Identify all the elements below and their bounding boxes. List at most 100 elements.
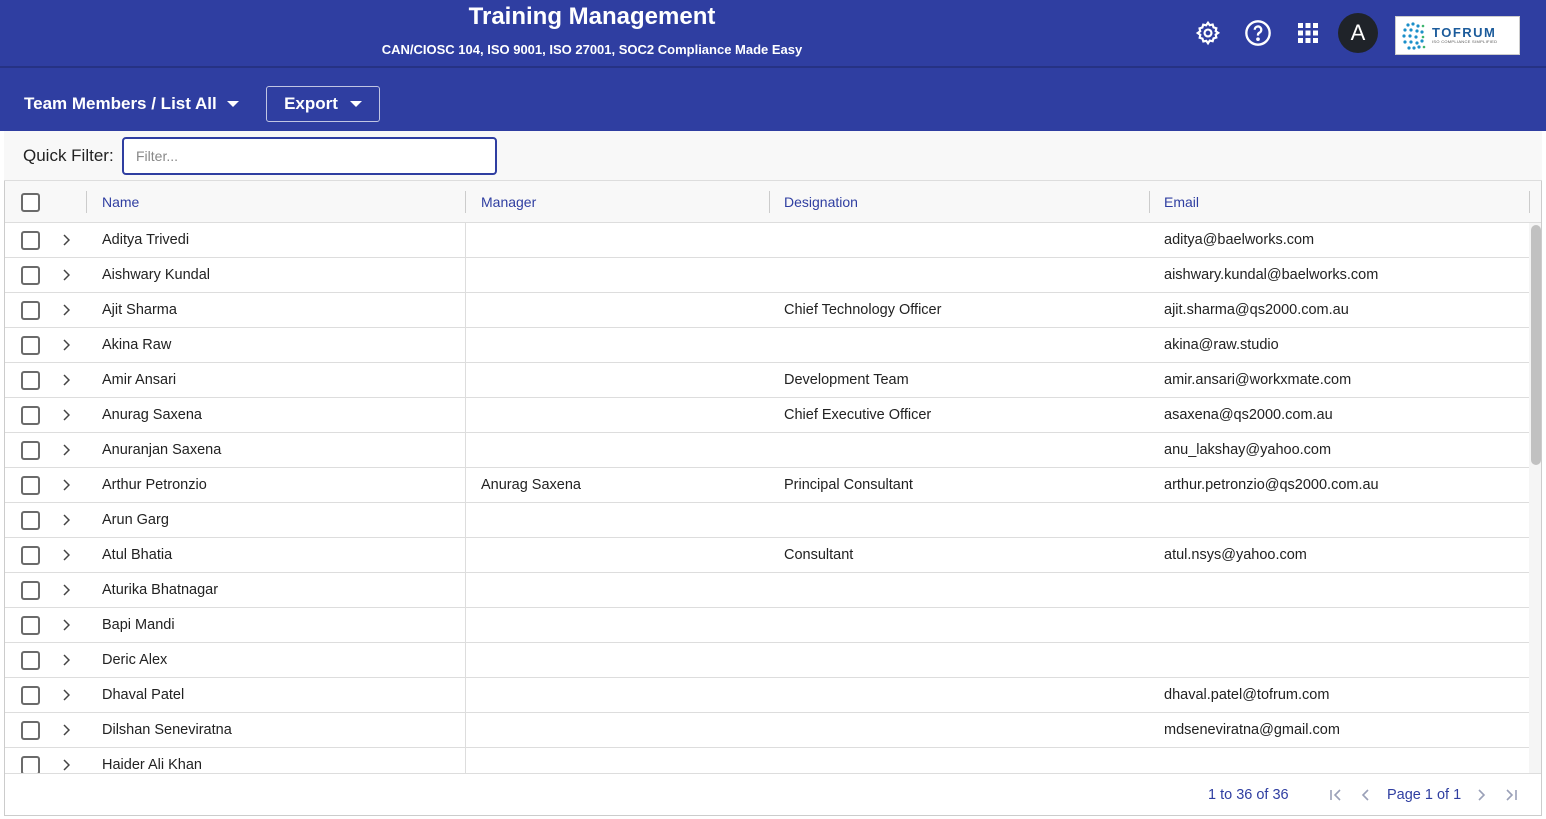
- chevron-right-icon[interactable]: [60, 538, 72, 572]
- select-all-checkbox[interactable]: [21, 193, 40, 212]
- column-divider: [465, 538, 466, 573]
- app-subtitle: CAN/CIOSC 104, ISO 9001, ISO 27001, SOC2…: [381, 42, 803, 57]
- column-divider: [465, 293, 466, 328]
- chevron-right-icon[interactable]: [60, 293, 72, 327]
- cell-name: Dilshan Seneviratna: [102, 722, 232, 738]
- last-page-icon[interactable]: [1502, 785, 1520, 805]
- table-row[interactable]: Dhaval Patel dhaval.patel@tofrum.com: [5, 678, 1529, 713]
- column-divider: [465, 643, 466, 678]
- row-checkbox[interactable]: [21, 546, 40, 565]
- table-row[interactable]: Akina Raw akina@raw.studio: [5, 328, 1529, 363]
- column-divider: [465, 748, 466, 773]
- row-checkbox[interactable]: [21, 686, 40, 705]
- logo-mark-icon: [1402, 21, 1426, 50]
- cell-manager: Anurag Saxena: [481, 477, 581, 493]
- column-divider: [465, 223, 466, 258]
- column-divider: [465, 328, 466, 363]
- row-checkbox[interactable]: [21, 651, 40, 670]
- table-row[interactable]: Bapi Mandi: [5, 608, 1529, 643]
- row-checkbox[interactable]: [21, 581, 40, 600]
- table-row[interactable]: Anuranjan Saxena anu_lakshay@yahoo.com: [5, 433, 1529, 468]
- export-button[interactable]: Export: [266, 86, 380, 122]
- chevron-right-icon[interactable]: [60, 643, 72, 677]
- column-header-name[interactable]: Name: [102, 181, 139, 223]
- column-separator: [1149, 191, 1150, 213]
- breadcrumb-dropdown[interactable]: Team Members / List All: [24, 94, 239, 114]
- table-row[interactable]: Ajit Sharma Chief Technology Officer ajit.…: [5, 293, 1529, 328]
- column-separator: [769, 191, 770, 213]
- table-row[interactable]: Atul Bhatia Consultant atul.nsys@yahoo.com: [5, 538, 1529, 573]
- app-header: Training Management CAN/CIOSC 104, ISO 9…: [0, 0, 1546, 131]
- row-checkbox[interactable]: [21, 721, 40, 740]
- chevron-right-icon[interactable]: [60, 468, 72, 502]
- column-header-email[interactable]: Email: [1164, 181, 1199, 223]
- table-row[interactable]: Aditya Trivedi aditya@baelworks.com: [5, 223, 1529, 258]
- chevron-right-icon[interactable]: [60, 608, 72, 642]
- column-divider: [465, 468, 466, 503]
- column-separator: [86, 191, 87, 213]
- table-row[interactable]: Arun Garg: [5, 503, 1529, 538]
- chevron-right-icon[interactable]: [60, 573, 72, 607]
- company-logo[interactable]: TOFRUM ISO COMPLIANCE SIMPLIFIED: [1395, 16, 1520, 55]
- row-checkbox[interactable]: [21, 336, 40, 355]
- column-header-manager[interactable]: Manager: [481, 181, 536, 223]
- chevron-right-icon[interactable]: [60, 503, 72, 537]
- cell-name: Akina Raw: [102, 337, 172, 353]
- chevron-right-icon[interactable]: [60, 398, 72, 432]
- table-row[interactable]: Deric Alex: [5, 643, 1529, 678]
- column-divider: [465, 433, 466, 468]
- row-checkbox[interactable]: [21, 301, 40, 320]
- table-row[interactable]: Arthur Petronzio Anurag Saxena Principal C…: [5, 468, 1529, 503]
- help-icon[interactable]: [1243, 18, 1273, 48]
- scrollbar-thumb[interactable]: [1531, 225, 1541, 465]
- chevron-right-icon[interactable]: [60, 328, 72, 362]
- table-row[interactable]: Dilshan Seneviratna mdseneviratna@gmail.c…: [5, 713, 1529, 748]
- column-header-designation[interactable]: Designation: [784, 181, 858, 223]
- cell-designation: Consultant: [784, 547, 854, 563]
- row-checkbox[interactable]: [21, 231, 40, 250]
- row-checkbox[interactable]: [21, 371, 40, 390]
- row-checkbox[interactable]: [21, 441, 40, 460]
- row-checkbox[interactable]: [21, 511, 40, 530]
- cell-email: amir.ansari@workxmate.com: [1164, 372, 1352, 388]
- cell-name: Ajit Sharma: [102, 302, 177, 318]
- chevron-right-icon[interactable]: [60, 713, 72, 747]
- table-row[interactable]: Anurag Saxena Chief Executive Officer asax…: [5, 398, 1529, 433]
- grid-header: Name Manager Designation Email: [5, 181, 1541, 223]
- cell-name: Anurag Saxena: [102, 407, 202, 423]
- cell-name: Arthur Petronzio: [102, 477, 207, 493]
- caret-down-icon: [226, 101, 239, 107]
- chevron-right-icon[interactable]: [60, 678, 72, 712]
- table-row[interactable]: Aturika Bhatnagar: [5, 573, 1529, 608]
- column-divider: [465, 258, 466, 293]
- row-checkbox[interactable]: [21, 756, 40, 773]
- grid-body: Aditya Trivedi aditya@baelworks.com Aishwa…: [5, 223, 1529, 773]
- gear-icon[interactable]: [1193, 18, 1223, 48]
- row-checkbox[interactable]: [21, 476, 40, 495]
- chevron-right-icon[interactable]: [60, 258, 72, 292]
- first-page-icon[interactable]: [1327, 785, 1345, 805]
- chevron-right-icon[interactable]: [60, 363, 72, 397]
- cell-email: aditya@baelworks.com: [1164, 232, 1315, 248]
- next-page-icon[interactable]: [1472, 785, 1490, 805]
- column-divider: [465, 608, 466, 643]
- user-avatar[interactable]: A: [1338, 13, 1378, 53]
- cell-email: dhaval.patel@tofrum.com: [1164, 687, 1330, 703]
- row-checkbox[interactable]: [21, 266, 40, 285]
- row-checkbox[interactable]: [21, 406, 40, 425]
- cell-name: Amir Ansari: [102, 372, 177, 388]
- cell-name: Aditya Trivedi: [102, 232, 190, 248]
- table-row[interactable]: Amir Ansari Development Team amir.ansari@w…: [5, 363, 1529, 398]
- quick-filter-bar: Quick Filter:: [4, 131, 1542, 181]
- table-row[interactable]: Aishwary Kundal aishwary.kundal@baelworks…: [5, 258, 1529, 293]
- cell-designation: Chief Executive Officer: [784, 407, 932, 423]
- table-row[interactable]: Haider Ali Khan: [5, 748, 1529, 773]
- quick-filter-input[interactable]: [122, 137, 497, 175]
- apps-grid-icon[interactable]: [1293, 18, 1323, 48]
- page-indicator: Page 1 of 1: [1387, 787, 1462, 803]
- previous-page-icon[interactable]: [1357, 785, 1375, 805]
- chevron-right-icon[interactable]: [60, 433, 72, 467]
- row-checkbox[interactable]: [21, 616, 40, 635]
- chevron-right-icon[interactable]: [60, 748, 72, 773]
- chevron-right-icon[interactable]: [60, 223, 72, 257]
